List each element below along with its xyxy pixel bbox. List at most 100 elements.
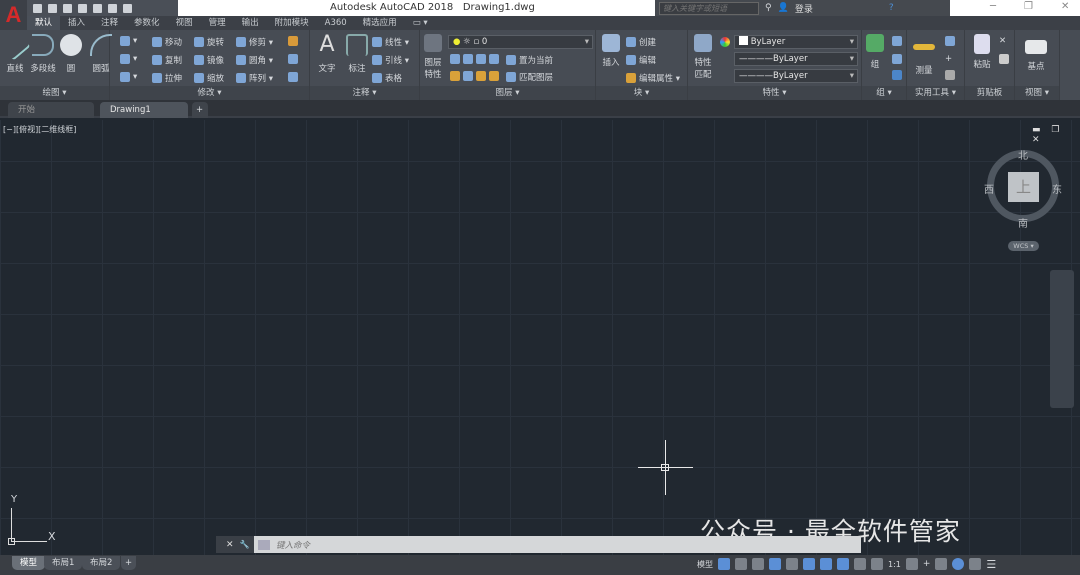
stretch-button[interactable]: 拉伸 [152,72,182,84]
mirror-button[interactable]: 镜像 [194,54,224,66]
layer-unisolate-icon[interactable] [463,71,473,81]
linetype-dropdown[interactable]: ————ByLayer [734,52,858,66]
utilities-panel-label[interactable]: 实用工具 ▾ [907,86,964,100]
compass-north[interactable]: 北 [1018,147,1028,162]
model-space-button[interactable]: 模型 [697,559,713,570]
tab-annotate[interactable]: 注释 [93,16,126,30]
lineweight-dropdown[interactable]: ————ByLayer [734,69,858,83]
snap-icon[interactable] [735,558,747,570]
layer-off-icon[interactable] [450,54,460,64]
layer-properties-button[interactable]: 图层特性 [420,34,446,80]
edit-block-button[interactable]: 编辑 [626,54,656,66]
text-button[interactable]: A 文字 [312,34,342,75]
fillet-button[interactable]: 圆角 ▾ [236,54,273,66]
dimension-button[interactable]: 标注 [342,34,372,74]
ortho-icon[interactable] [752,558,764,570]
view-panel-label[interactable]: 视图 ▾ [1015,86,1059,100]
object-snap-tracking-icon[interactable] [803,558,815,570]
id-point-button[interactable]: + [945,54,952,64]
tab-featured-apps[interactable]: 精选应用 [355,16,405,30]
binoculars-icon[interactable]: ⚲ [765,3,772,13]
region-button[interactable]: ▾ [120,72,137,82]
clipboard-panel-label[interactable]: 剪贴板 [965,86,1014,100]
drawing-area[interactable] [0,120,1080,555]
tab-model[interactable]: 模型 [12,556,46,570]
move-button[interactable]: 移动 [152,36,182,48]
navigation-bar[interactable] [1050,270,1074,408]
explode-button[interactable] [288,54,298,64]
group-select-button[interactable] [892,70,902,80]
offset-button[interactable] [288,72,298,82]
tab-default[interactable]: 默认 [27,16,61,30]
polyline-button[interactable]: 多段线 [28,34,58,74]
workspace-gear-icon[interactable] [905,558,918,570]
make-current-button[interactable]: 置为当前 [506,54,553,66]
application-menu-button[interactable]: A [0,0,27,30]
fullscreen-icon[interactable] [969,558,982,570]
copy-button[interactable]: 复制 [152,54,182,66]
tab-toggle-button[interactable]: ▭ ▾ [405,16,436,30]
measure-button[interactable]: 测量 [909,34,939,76]
create-block-button[interactable]: 创建 [626,36,656,48]
tab-parametric[interactable]: 参数化 [126,16,168,30]
layer-isolate-icon[interactable] [463,54,473,64]
line-button[interactable]: 直线 [0,29,31,74]
calculator-button[interactable] [945,70,955,80]
sign-in-button[interactable]: 登录 [795,2,813,15]
new-icon[interactable] [33,3,42,13]
insert-button[interactable]: 插入 [596,34,626,68]
close-button[interactable]: ✕ [1061,1,1069,12]
close-command-icon[interactable]: ✕ [226,540,234,550]
isodraft-icon[interactable] [786,558,798,570]
edit-attributes-button[interactable]: 编辑属性 ▾ [626,72,680,84]
save-as-icon[interactable] [78,3,87,13]
new-tab-button[interactable]: + [192,102,208,118]
tab-addins[interactable]: 附加模块 [267,16,317,30]
match-layer-button[interactable]: 匹配图层 [506,71,553,83]
new-layout-button[interactable]: + [121,556,137,570]
tab-layout1[interactable]: 布局1 [44,556,83,570]
rectangle-button[interactable]: ▾ [120,36,137,46]
paste-button[interactable]: 粘贴 [967,34,997,70]
properties-panel-label[interactable]: 特性 ▾ [688,86,861,100]
annotation-panel-label[interactable]: 注释 ▾ [310,86,419,100]
quick-select-button[interactable] [945,36,955,46]
redo-icon[interactable] [123,3,132,13]
layer-freeze-icon[interactable] [476,54,486,64]
wrench-icon[interactable]: 🔧 [240,540,250,549]
compass-east[interactable]: 东 [1052,181,1062,196]
search-input[interactable] [659,1,759,15]
group-button[interactable]: 组 [862,34,888,70]
tab-output[interactable]: 输出 [234,16,267,30]
draw-panel-label[interactable]: 绘图 ▾ [0,86,109,100]
match-properties-button[interactable]: 特性匹配 [690,34,716,80]
undo-icon[interactable] [108,3,117,13]
array-button[interactable]: 阵列 ▾ [236,72,273,84]
compass-west[interactable]: 西 [984,181,994,196]
tab-a360[interactable]: A360 [317,16,355,30]
grid-icon[interactable] [718,558,730,570]
annotation-monitor-icon[interactable]: + [923,559,931,569]
layer-dropdown[interactable]: ● ☼ ▫ 0 [448,35,593,49]
viewcube-top-face[interactable]: 上 [1008,172,1039,202]
minimize-button[interactable]: ─ [990,1,996,12]
block-panel-label[interactable]: 块 ▾ [596,86,687,100]
annotation-scale-icon[interactable] [871,558,883,570]
restore-button[interactable]: ❐ [1024,1,1033,12]
compass-south[interactable]: 南 [1018,215,1028,230]
layer-unlock-icon[interactable] [489,71,499,81]
rotate-button[interactable]: 旋转 [194,36,224,48]
layer-on-icon[interactable] [450,71,460,81]
base-point-button[interactable]: 基点 [1021,34,1051,72]
layer-lock-icon[interactable] [489,54,499,64]
help-icon[interactable]: ? [889,3,894,13]
layer-thaw-icon[interactable] [476,71,486,81]
tab-view[interactable]: 视图 [168,16,201,30]
annotation-visibility-icon[interactable] [837,558,849,570]
modify-panel-label[interactable]: 修改 ▾ [110,86,309,100]
auto-scale-icon[interactable] [854,558,866,570]
viewport-controls-label[interactable]: [−][俯视][二维线框] [3,124,76,135]
isolate-objects-icon[interactable] [952,558,965,570]
table-button[interactable]: 表格 [372,72,402,84]
tab-drawing1[interactable]: Drawing1 [100,102,188,118]
